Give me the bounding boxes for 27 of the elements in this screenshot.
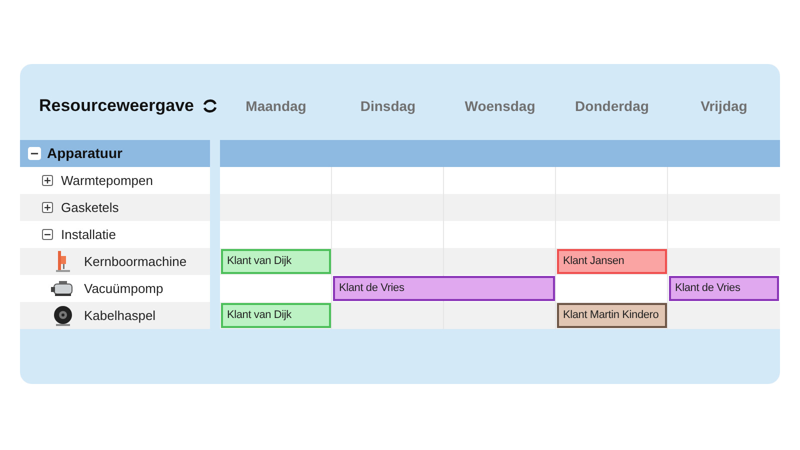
resource-label: Kabelhaspel: [84, 306, 156, 325]
cable-reel-icon: [53, 304, 73, 326]
group-label: Apparatuur: [47, 144, 122, 163]
resource-label: Vacuümpomp: [84, 280, 164, 298]
booking-block[interactable]: Klant de Vries: [669, 276, 779, 301]
group-header[interactable]: Apparatuur: [20, 140, 210, 167]
day-header: Woensdag: [464, 97, 536, 116]
booking-block[interactable]: Klant de Vries: [333, 276, 555, 301]
booking-block[interactable]: Klant van Dijk: [221, 249, 331, 274]
collapse-icon[interactable]: [42, 229, 53, 240]
refresh-icon[interactable]: [202, 98, 218, 114]
resource-label: Installatie: [61, 226, 116, 244]
resource-label: Kernboormachine: [84, 252, 187, 271]
expand-icon[interactable]: [42, 175, 53, 186]
resource-label: Gasketels: [61, 198, 119, 217]
day-header: Maandag: [246, 97, 306, 116]
booking-block[interactable]: Klant Jansen: [557, 249, 667, 274]
drill-stand-icon: [55, 250, 71, 272]
booking-block[interactable]: Klant van Dijk: [221, 303, 331, 328]
panel-title: Resourceweergave: [39, 95, 194, 118]
pump-icon: [51, 280, 75, 298]
resource-label: Warmtepompen: [61, 172, 153, 190]
expand-icon[interactable]: [42, 202, 53, 213]
day-header: Vrijdag: [700, 97, 748, 116]
day-header: Donderdag: [575, 97, 649, 116]
booking-block[interactable]: Klant Martin Kindero: [557, 303, 667, 328]
day-header: Dinsdag: [360, 97, 416, 116]
